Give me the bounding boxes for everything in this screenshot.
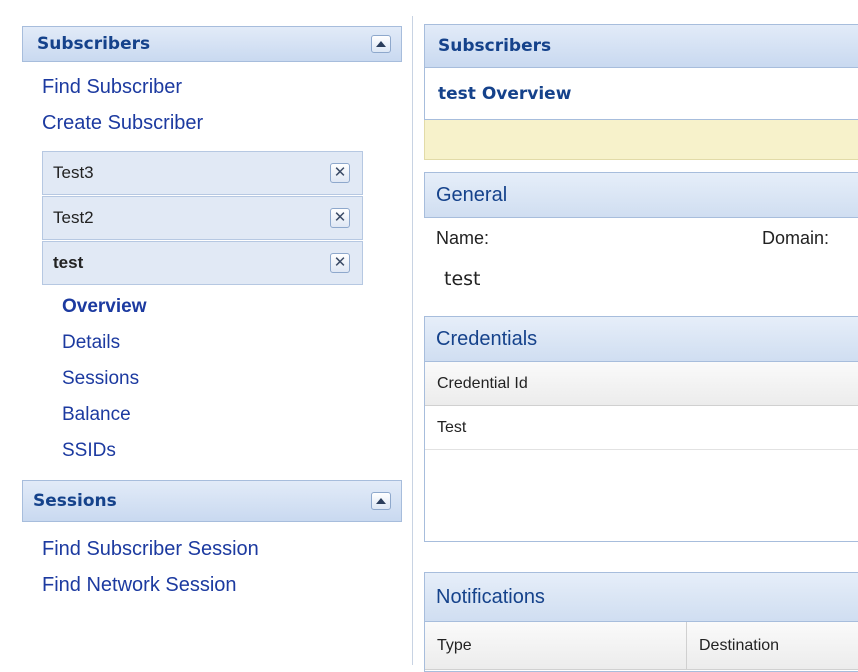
collapse-sessions-icon[interactable] — [371, 492, 391, 510]
subnav-ssids[interactable]: SSIDs — [62, 440, 116, 462]
overview-title-bar: test Overview — [424, 68, 858, 120]
domain-label: Domain: — [762, 228, 830, 248]
splitter[interactable] — [412, 16, 413, 665]
subscriber-tab-label: test — [53, 253, 84, 272]
main-content: Subscribers test Overview General Name: … — [424, 0, 858, 672]
open-subscriber-test2[interactable]: Test2 ✕ — [42, 196, 363, 240]
column-header-label: Destination — [699, 636, 780, 654]
name-value: test — [444, 268, 481, 290]
close-icon[interactable]: ✕ — [330, 163, 350, 183]
subscriber-tab-label: Test2 — [53, 208, 94, 227]
credential-id-column-header[interactable]: Credential Id — [425, 362, 858, 406]
open-subscriber-test3[interactable]: Test3 ✕ — [42, 151, 363, 195]
close-icon[interactable]: ✕ — [330, 253, 350, 273]
notifications-panel-header: Notifications — [424, 572, 858, 622]
create-subscriber-link[interactable]: Create Subscriber — [42, 112, 203, 135]
subscribers-panel-title: Subscribers — [37, 34, 151, 54]
sidebar: Subscribers Find Subscriber Create Subsc… — [0, 0, 412, 665]
credentials-panel-title: Credentials — [436, 327, 538, 350]
general-panel-header: General — [424, 172, 858, 218]
sessions-panel-title: Sessions — [33, 491, 117, 511]
subnav-sessions[interactable]: Sessions — [62, 368, 139, 390]
subnav-overview[interactable]: Overview — [62, 296, 147, 318]
close-icon[interactable]: ✕ — [330, 208, 350, 228]
main-header: Subscribers — [424, 24, 858, 68]
type-column-header[interactable]: Type — [425, 622, 687, 670]
credentials-panel: Credentials Credential Id Test — [424, 316, 858, 542]
sessions-panel-header: Sessions — [22, 480, 402, 522]
main-header-title: Subscribers — [438, 36, 552, 56]
column-header-label: Credential Id — [437, 374, 528, 392]
status-bar — [424, 120, 858, 160]
collapse-subscribers-icon[interactable] — [371, 35, 391, 53]
notifications-panel-title: Notifications — [436, 585, 545, 608]
credentials-panel-header: Credentials — [424, 316, 858, 362]
subscribers-panel-header: Subscribers — [22, 26, 402, 62]
overview-title: test Overview — [438, 83, 572, 104]
general-panel-title: General — [436, 183, 508, 206]
notifications-panel: Notifications Type Destination — [424, 572, 858, 672]
subnav-details[interactable]: Details — [62, 332, 120, 354]
name-label: Name: — [436, 228, 490, 248]
open-subscriber-test[interactable]: test ✕ — [42, 241, 363, 285]
find-network-session-link[interactable]: Find Network Session — [42, 574, 237, 597]
column-header-label: Type — [437, 636, 472, 654]
subscriber-tab-label: Test3 — [53, 163, 94, 182]
find-subscriber-link[interactable]: Find Subscriber — [42, 76, 182, 99]
subnav-balance[interactable]: Balance — [62, 404, 131, 426]
credential-id-cell: Test — [437, 418, 467, 436]
table-row[interactable]: Test — [425, 406, 858, 450]
find-subscriber-session-link[interactable]: Find Subscriber Session — [42, 538, 259, 561]
destination-column-header[interactable]: Destination — [687, 622, 858, 670]
